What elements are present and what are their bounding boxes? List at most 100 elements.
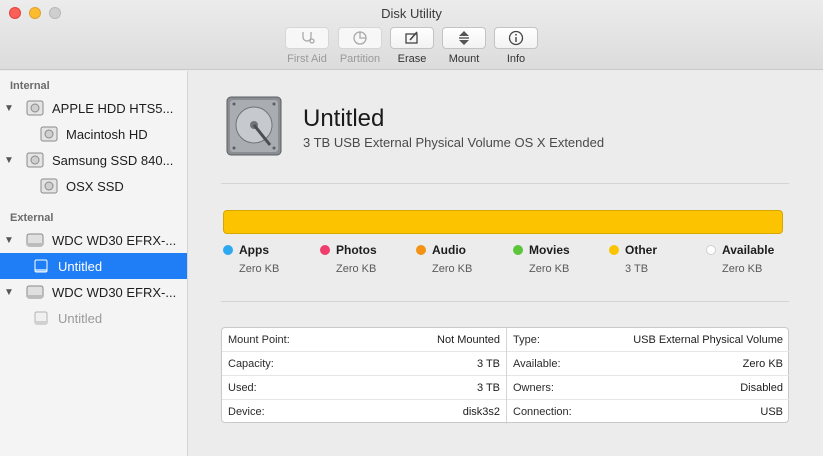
sidebar-item-label: Samsung SSD 840... (52, 152, 174, 168)
movies-color-dot (513, 245, 523, 255)
volume-icon (40, 178, 58, 194)
info-value: disk3s2 (462, 406, 500, 418)
info-value: 3 TB (476, 381, 500, 394)
erase-label: Erase (397, 53, 427, 65)
info-key: Type: (513, 333, 540, 346)
sidebar-item-untitled-unmounted[interactable]: Untitled (0, 305, 187, 331)
audio-color-dot (416, 245, 426, 255)
info-key: Used: (228, 381, 257, 394)
external-disk-icon (26, 285, 44, 299)
legend-value: Zero KB (529, 263, 570, 275)
erase-icon (405, 31, 418, 44)
info-icon (508, 30, 524, 46)
legend-value: Zero KB (239, 263, 280, 275)
info-key: Capacity: (228, 357, 274, 370)
sidebar-item-osx-ssd[interactable]: OSX SSD (0, 173, 187, 199)
sidebar-item-label: APPLE HDD HTS5... (52, 100, 174, 116)
sidebar-item-label: OSX SSD (66, 178, 124, 194)
info-value: USB (760, 406, 783, 418)
legend-name: Apps (239, 243, 269, 257)
sidebar-item-samsung-ssd[interactable]: ▼ Samsung SSD 840... (0, 147, 187, 173)
legend-value: 3 TB (625, 263, 649, 275)
other-color-dot (609, 245, 619, 255)
first-aid-button[interactable]: First Aid (285, 27, 329, 65)
disclosure-triangle-icon[interactable]: ▼ (4, 235, 18, 246)
info-row-device: Device: disk3s2 (222, 400, 506, 424)
info-key: Available: (513, 357, 561, 370)
detail-pane: Untitled 3 TB USB External Physical Volu… (189, 71, 823, 456)
hard-disk-icon (226, 96, 282, 156)
external-section-header: External (10, 212, 54, 224)
legend-name: Other (625, 243, 658, 257)
info-value: Zero KB (742, 357, 783, 370)
legend-value: Zero KB (432, 263, 473, 275)
info-value: Disabled (740, 381, 783, 394)
info-row-capacity: Capacity: 3 TB (222, 352, 506, 376)
volume-description: 3 TB USB External Physical Volume OS X E… (303, 135, 605, 150)
sidebar-item-wdc-wd30-1[interactable]: ▼ WDC WD30 EFRX-... (0, 227, 187, 253)
sidebar-item-label: Macintosh HD (66, 126, 148, 142)
legend-name: Audio (432, 243, 466, 257)
sidebar: Internal ▼ APPLE HDD HTS5... Macintosh H… (0, 71, 188, 456)
volume-icon (40, 126, 58, 142)
sidebar-item-label: WDC WD30 EFRX-... (52, 284, 177, 300)
external-volume-icon (34, 259, 48, 273)
divider (221, 183, 789, 184)
usage-bar (223, 210, 783, 234)
info-key: Mount Point: (228, 333, 290, 346)
info-column-left: Mount Point: Not Mounted Capacity: 3 TB … (222, 328, 506, 424)
photos-color-dot (320, 245, 330, 255)
info-button[interactable]: Info (494, 27, 538, 65)
external-disk-icon (26, 233, 44, 247)
info-key: Device: (228, 406, 265, 418)
available-color-dot (706, 245, 716, 255)
mount-label: Mount (448, 53, 480, 65)
internal-disk-icon (26, 100, 44, 116)
partition-button[interactable]: Partition (338, 27, 382, 65)
erase-button[interactable]: Erase (390, 27, 434, 65)
legend-name: Movies (529, 243, 570, 257)
partition-label: Partition (339, 53, 381, 65)
info-key: Connection: (513, 406, 572, 418)
info-row-mount-point: Mount Point: Not Mounted (222, 328, 506, 352)
external-volume-icon (34, 311, 48, 325)
divider (221, 301, 789, 302)
internal-disk-icon (26, 152, 44, 168)
sidebar-item-untitled-selected[interactable]: Untitled (0, 253, 187, 279)
mount-icon (459, 31, 469, 45)
info-value: USB External Physical Volume (633, 333, 783, 346)
window-title: Disk Utility (381, 6, 442, 21)
legend-value: Zero KB (722, 263, 763, 275)
internal-section-header: Internal (10, 80, 50, 92)
disclosure-triangle-icon[interactable]: ▼ (4, 155, 18, 166)
sidebar-item-label: Untitled (58, 258, 103, 274)
info-label: Info (506, 53, 526, 65)
apps-color-dot (223, 245, 233, 255)
legend-value: Zero KB (336, 263, 377, 275)
volume-name: Untitled (303, 105, 385, 132)
info-value: Not Mounted (437, 333, 500, 346)
disk-utility-window: Disk Utility First Aid Partition Erase M… (0, 0, 823, 456)
info-row-available: Available: Zero KB (507, 352, 789, 376)
volume-info-table: Mount Point: Not Mounted Capacity: 3 TB … (221, 327, 789, 424)
info-row-owners: Owners: Disabled (507, 376, 789, 400)
info-row-connection: Connection: USB (507, 400, 789, 424)
sidebar-item-label: Untitled (58, 310, 103, 326)
info-column-right: Type: USB External Physical Volume Avail… (506, 328, 789, 424)
legend-name: Available (722, 243, 775, 257)
first-aid-label: First Aid (287, 53, 327, 65)
info-row-type: Type: USB External Physical Volume (507, 328, 789, 352)
disclosure-triangle-icon[interactable]: ▼ (4, 103, 18, 114)
mount-button[interactable]: Mount (442, 27, 486, 65)
sidebar-item-macintosh-hd[interactable]: Macintosh HD (0, 121, 187, 147)
info-value: 3 TB (476, 357, 500, 370)
sidebar-item-apple-hdd[interactable]: ▼ APPLE HDD HTS5... (0, 95, 187, 121)
info-key: Owners: (513, 381, 554, 394)
disclosure-triangle-icon[interactable]: ▼ (4, 287, 18, 298)
sidebar-item-label: WDC WD30 EFRX-... (52, 232, 177, 248)
sidebar-item-wdc-wd30-2[interactable]: ▼ WDC WD30 EFRX-... (0, 279, 187, 305)
info-row-used: Used: 3 TB (222, 376, 506, 400)
stethoscope-icon (302, 32, 315, 44)
pie-partition-icon (353, 31, 367, 45)
legend-name: Photos (336, 243, 377, 257)
